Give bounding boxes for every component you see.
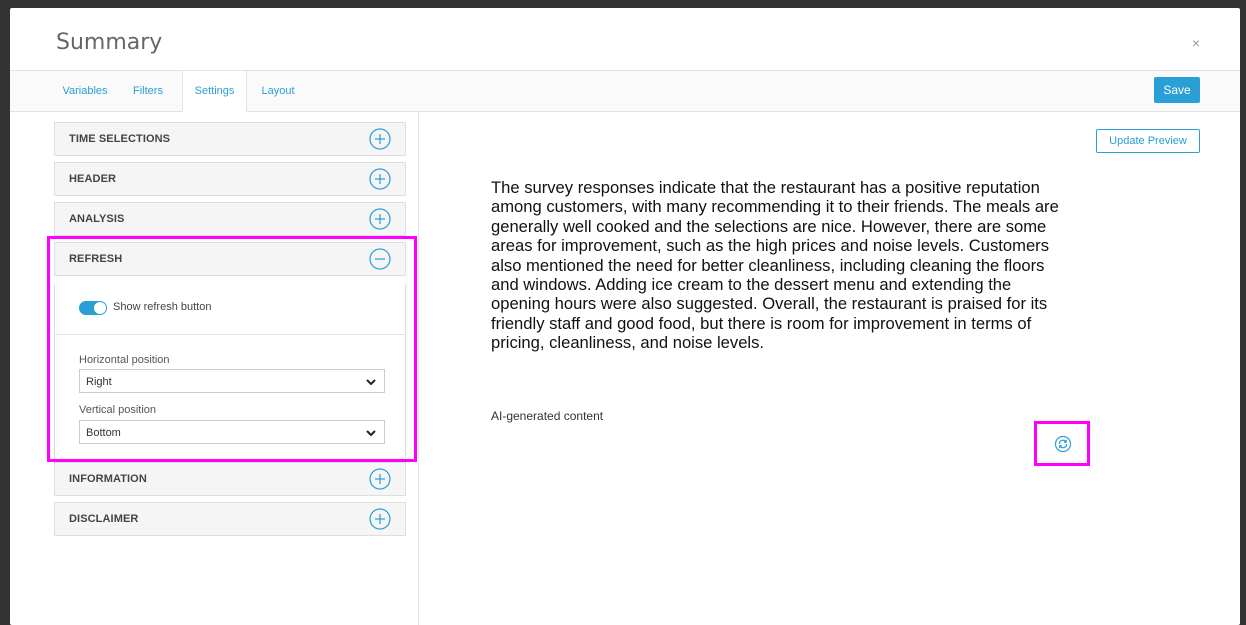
divider	[55, 334, 405, 335]
tab-layout[interactable]: Layout	[252, 71, 304, 111]
ai-generated-label: AI-generated content	[491, 409, 604, 423]
chevron-down-icon	[366, 379, 376, 386]
section-disclaimer[interactable]: DISCLAIMER	[54, 502, 406, 536]
plus-circle-icon[interactable]	[369, 168, 391, 190]
plus-circle-icon[interactable]	[369, 468, 391, 490]
section-information[interactable]: INFORMATION	[54, 462, 406, 496]
tab-settings[interactable]: Settings	[182, 71, 247, 112]
section-refresh[interactable]: REFRESH	[54, 242, 406, 276]
horizontal-position-select[interactable]: Right	[79, 369, 385, 393]
section-label: TIME SELECTIONS	[69, 133, 171, 145]
toggle-knob	[94, 302, 106, 314]
dialog-title: Summary	[56, 30, 163, 55]
tab-bar: Variables Filters Settings Layout	[10, 70, 1240, 112]
summary-dialog: Summary × Variables Filters Settings Lay…	[10, 8, 1240, 625]
plus-circle-icon[interactable]	[369, 508, 391, 530]
section-label: ANALYSIS	[69, 213, 125, 225]
tab-filters[interactable]: Filters	[126, 71, 170, 111]
vertical-position-select[interactable]: Bottom	[79, 420, 385, 444]
refresh-icon[interactable]	[1054, 435, 1072, 453]
tab-variables[interactable]: Variables	[54, 71, 116, 111]
save-button[interactable]: Save	[1154, 77, 1200, 103]
show-refresh-toggle[interactable]	[79, 301, 107, 315]
minus-circle-icon[interactable]	[369, 248, 391, 270]
horizontal-position-label: Horizontal position	[79, 354, 170, 366]
plus-circle-icon[interactable]	[369, 208, 391, 230]
select-value: Bottom	[86, 427, 121, 439]
section-label: INFORMATION	[69, 473, 147, 485]
close-icon[interactable]: ×	[1192, 35, 1200, 51]
summary-text: The survey responses indicate that the r…	[491, 178, 1059, 353]
plus-circle-icon[interactable]	[369, 128, 391, 150]
section-label: HEADER	[69, 173, 117, 185]
section-label: DISCLAIMER	[69, 513, 139, 525]
vertical-position-label: Vertical position	[79, 404, 157, 416]
toggle-label: Show refresh button	[113, 301, 212, 313]
select-value: Right	[86, 376, 112, 388]
section-analysis[interactable]: ANALYSIS	[54, 202, 406, 236]
section-header[interactable]: HEADER	[54, 162, 406, 196]
chevron-down-icon	[366, 430, 376, 437]
refresh-section-body: Show refresh button Horizontal position …	[54, 284, 406, 464]
update-preview-button[interactable]: Update Preview	[1096, 129, 1200, 153]
section-time-selections[interactable]: TIME SELECTIONS	[54, 122, 406, 156]
section-label: REFRESH	[69, 253, 123, 265]
